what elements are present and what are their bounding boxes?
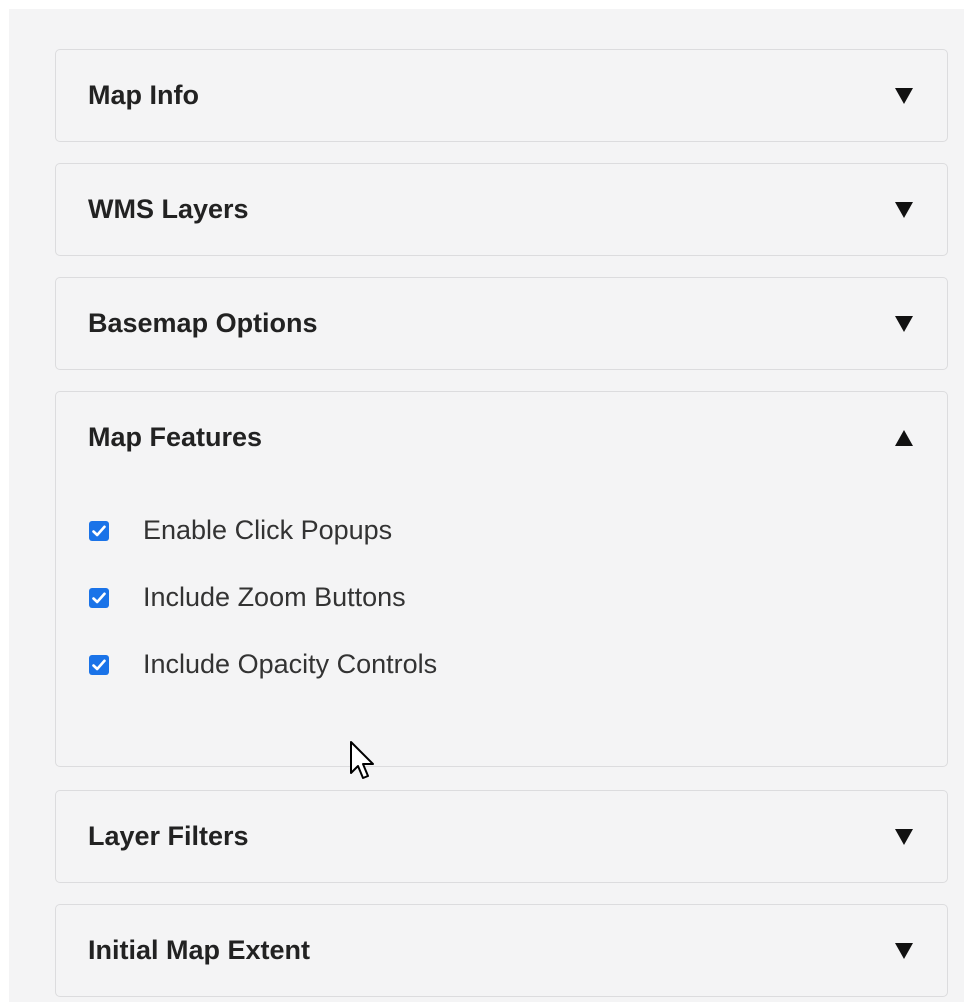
section-basemap-options-header[interactable]: Basemap Options: [56, 278, 947, 369]
section-map-info: Map Info: [55, 49, 948, 142]
chevron-down-icon[interactable]: [893, 826, 915, 848]
section-map-features-header[interactable]: Map Features: [56, 392, 947, 483]
chevron-down-icon[interactable]: [893, 313, 915, 335]
option-include-opacity-controls[interactable]: Include Opacity Controls: [89, 631, 947, 698]
section-title: Basemap Options: [88, 308, 318, 338]
section-basemap-options: Basemap Options: [55, 277, 948, 370]
option-enable-click-popups[interactable]: Enable Click Popups: [89, 497, 947, 564]
section-title: Map Info: [88, 80, 199, 110]
map-features-options: Enable Click Popups Include Zoom Buttons…: [56, 483, 947, 698]
section-map-features: Map Features Enable Click Popups Include…: [55, 391, 948, 767]
section-layer-filters-header[interactable]: Layer Filters: [56, 791, 947, 882]
checkbox-checked-icon[interactable]: [89, 587, 109, 608]
section-wms-layers-header[interactable]: WMS Layers: [56, 164, 947, 255]
checkbox-checked-icon[interactable]: [89, 654, 109, 675]
chevron-up-icon[interactable]: [893, 427, 915, 449]
section-title: Initial Map Extent: [88, 935, 311, 965]
checkbox-checked-icon[interactable]: [89, 520, 109, 541]
option-include-zoom-buttons[interactable]: Include Zoom Buttons: [89, 564, 947, 631]
chevron-down-icon[interactable]: [893, 940, 915, 962]
option-label: Include Zoom Buttons: [143, 582, 406, 612]
chevron-down-icon[interactable]: [893, 85, 915, 107]
section-title: Layer Filters: [88, 821, 249, 851]
section-map-info-header[interactable]: Map Info: [56, 50, 947, 141]
section-initial-map-extent: Initial Map Extent: [55, 904, 948, 997]
section-initial-map-extent-header[interactable]: Initial Map Extent: [56, 905, 947, 996]
section-title: WMS Layers: [88, 194, 249, 224]
section-wms-layers: WMS Layers: [55, 163, 948, 256]
option-label: Include Opacity Controls: [143, 649, 438, 679]
chevron-down-icon[interactable]: [893, 199, 915, 221]
section-title: Map Features: [88, 422, 263, 452]
section-layer-filters: Layer Filters: [55, 790, 948, 883]
option-label: Enable Click Popups: [143, 515, 393, 545]
settings-panel: Map Info WMS Layers Basemap Options Map …: [9, 9, 964, 1002]
mouse-cursor-icon: [349, 740, 377, 784]
